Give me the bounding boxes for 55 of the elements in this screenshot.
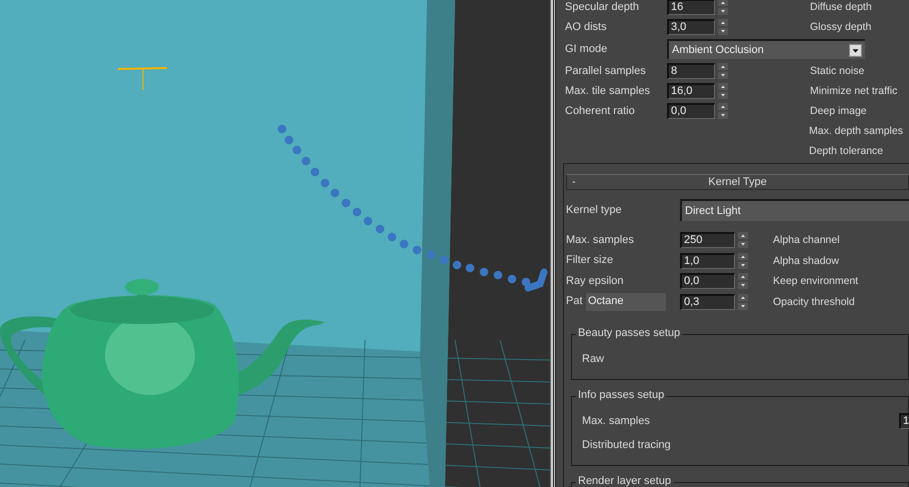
tooltip: Octane [586, 292, 666, 310]
group-title: Render layer setup [576, 476, 673, 487]
number-field[interactable]: 1 [899, 413, 909, 429]
collapse-sign: - [572, 176, 576, 188]
setting-label: Raw [582, 354, 604, 364]
setting-label: Parallel samples [565, 66, 647, 76]
setting-label: Coherent ratio [565, 106, 636, 116]
spinner-arrows-icon[interactable] [718, 0, 728, 15]
setting-label: Minimize net traffic [810, 86, 898, 96]
group-title: Info passes setup [576, 390, 666, 401]
number-field[interactable]: 16,0 [667, 83, 715, 99]
number-field[interactable]: 0,3 [680, 294, 735, 310]
number-field[interactable]: 0,0 [680, 273, 735, 290]
setting-label: Opacity threshold [773, 296, 855, 307]
setting-label: Max. samples [582, 416, 650, 426]
light-icon [118, 67, 168, 90]
setting-label: AO dists [565, 22, 608, 32]
spinner-arrows-icon[interactable] [718, 83, 728, 99]
kernel-type-field[interactable]: Direct Light [680, 199, 909, 221]
setting-label: GI mode [565, 44, 608, 54]
number-field[interactable]: 16 [667, 0, 715, 15]
setting-label: Specular depth [565, 2, 640, 12]
dropdown-value: Ambient Occlusion [672, 44, 764, 56]
group-title: Beauty passes setup [576, 328, 682, 339]
setting-label: Depth tolerance [809, 146, 884, 156]
setting-label: Distributed tracing [582, 440, 671, 450]
setting-label: Alpha channel [773, 235, 840, 246]
setting-label: Max. depth samples [809, 126, 903, 136]
setting-label: Kernel type [566, 204, 623, 216]
rollout-title: Kernel Type [708, 176, 767, 188]
number-field[interactable]: 1,0 [680, 252, 735, 269]
setting-label: Deep image [810, 106, 867, 116]
setting-label: Glossy depth [810, 22, 872, 32]
setting-label: Pat [566, 295, 583, 308]
spinner-arrows-icon[interactable] [718, 103, 728, 119]
dropdown-field[interactable]: Ambient Occlusion [667, 39, 865, 59]
setting-label: Alpha shadow [773, 256, 839, 266]
setting-label: Diffuse depth [810, 2, 872, 12]
spinner-arrows-icon[interactable] [738, 273, 748, 290]
number-field[interactable]: 3,0 [667, 19, 715, 35]
setting-label: Max. tile samples [565, 86, 651, 96]
spinner-arrows-icon[interactable] [738, 232, 748, 248]
spinner-arrows-icon[interactable] [718, 63, 728, 79]
number-field[interactable]: 250 [680, 232, 735, 248]
spinner-arrows-icon[interactable] [738, 294, 748, 310]
spinner-arrows-icon[interactable] [718, 19, 728, 35]
setting-label: Static noise [810, 66, 864, 76]
setting-label: Ray epsilon [566, 274, 624, 287]
setting-label: Max. samples [566, 234, 634, 246]
setting-label: Keep environment [773, 276, 858, 286]
setting-label: Filter size [566, 254, 614, 266]
number-field[interactable]: 0,0 [667, 103, 715, 119]
number-field[interactable]: 8 [667, 63, 715, 79]
spinner-arrows-icon[interactable] [738, 252, 748, 269]
rollout-header[interactable]: - Kernel Type [566, 174, 909, 190]
